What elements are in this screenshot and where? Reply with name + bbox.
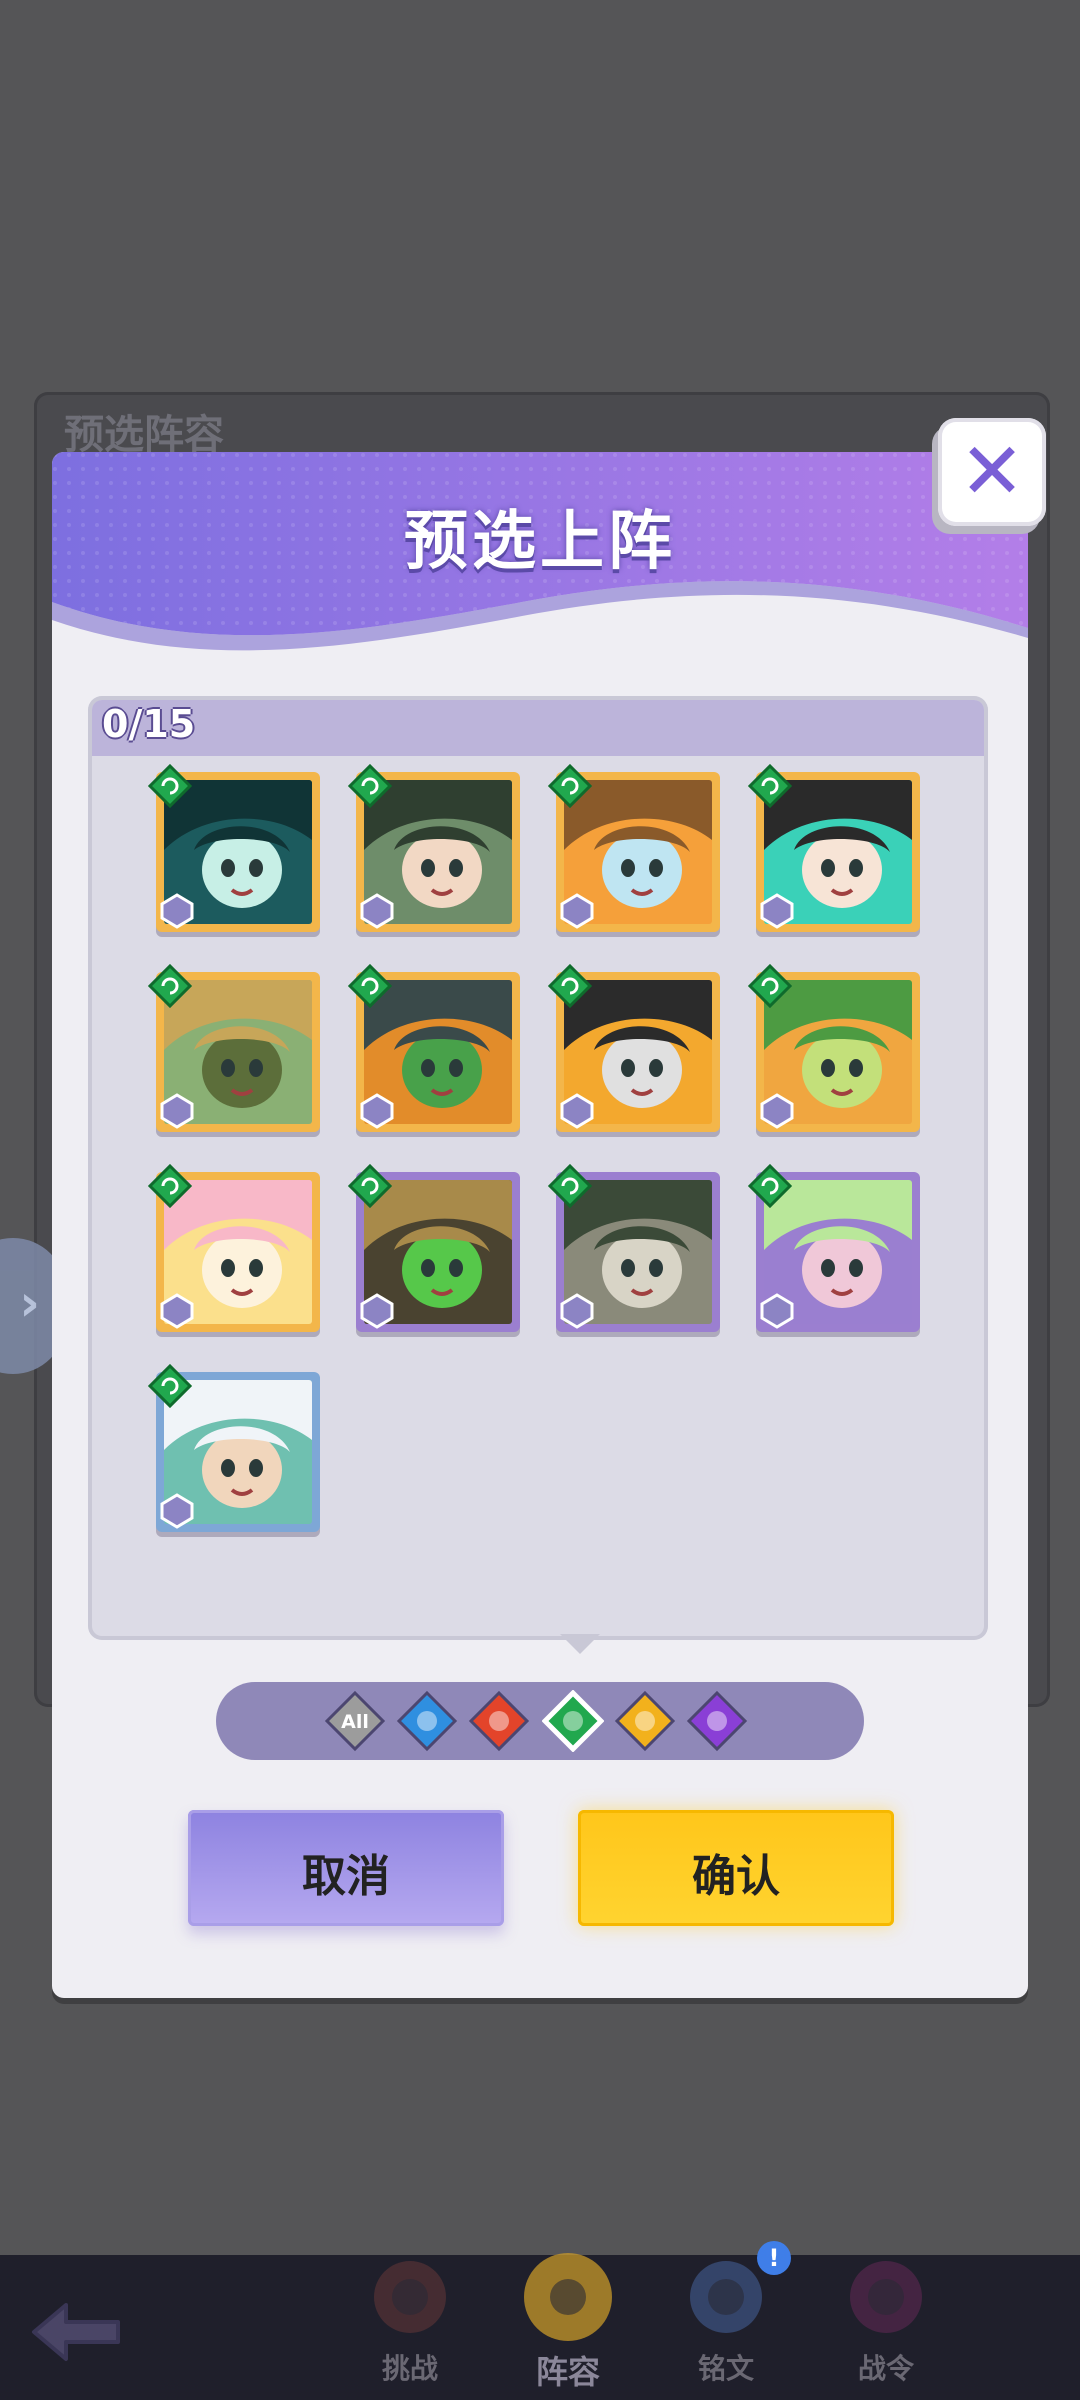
wind-element-icon	[547, 763, 593, 809]
nav-battle-pass[interactable]: 战令	[821, 2235, 951, 2395]
filter-dark-button[interactable]	[686, 1690, 748, 1752]
wind-element-icon	[147, 1363, 193, 1409]
chevron-right-icon: ›	[19, 1274, 40, 1332]
hero-card[interactable]	[547, 1163, 720, 1332]
cancel-button-label: 取消	[302, 1851, 390, 1902]
filter-light-button[interactable]	[614, 1690, 676, 1752]
tank-class-icon	[758, 1092, 796, 1130]
challenge-icon	[360, 2245, 460, 2345]
question-class-icon	[358, 1092, 396, 1130]
preselect-dialog: 预选上阵 0/15 All 取消 确认	[52, 452, 1028, 1998]
wind-element-icon	[347, 1163, 393, 1209]
wind-element-icon	[147, 763, 193, 809]
hero-card[interactable]	[347, 963, 520, 1132]
mage-class-icon	[558, 892, 596, 930]
nav-label: 阵容	[535, 2353, 600, 2391]
cancel-button[interactable]: 取消	[188, 1810, 504, 1926]
notification-badge: !	[757, 2241, 791, 2275]
dialog-title: 预选上阵	[404, 505, 676, 579]
hero-card[interactable]	[547, 763, 720, 932]
nav-inscription[interactable]: 铭文!	[661, 2235, 791, 2395]
wind-element-icon	[747, 1163, 793, 1209]
warrior-class-icon	[558, 1092, 596, 1130]
nav-label: 战令	[857, 2352, 914, 2385]
close-icon: ✕	[959, 427, 1025, 517]
wind-element-icon	[547, 1163, 593, 1209]
wind-element-icon	[347, 763, 393, 809]
bottom-nav-bar: 挑战 阵容 铭文! 战令	[0, 2241, 1080, 2400]
hero-card[interactable]	[147, 963, 320, 1132]
warrior-class-icon	[558, 1292, 596, 1330]
hero-grid-panel: 0/15	[88, 696, 988, 1640]
mage-class-icon	[758, 1292, 796, 1330]
filter-fire-button[interactable]	[468, 1690, 530, 1752]
hero-card[interactable]	[747, 763, 920, 932]
tank-class-icon	[358, 1292, 396, 1330]
tank-class-icon	[158, 1092, 196, 1130]
wind-element-icon	[747, 963, 793, 1009]
archer-class-icon	[358, 892, 396, 930]
hero-card[interactable]	[147, 763, 320, 932]
close-button[interactable]: ✕	[938, 418, 1046, 526]
grid-header: 0/15	[92, 700, 984, 756]
wind-element-icon	[347, 963, 393, 1009]
hero-card[interactable]	[747, 963, 920, 1132]
archer-class-icon	[158, 1492, 196, 1530]
hero-card[interactable]	[747, 1163, 920, 1332]
element-filter-bar: All	[216, 1682, 864, 1760]
selection-count: 0/15	[102, 702, 196, 746]
wind-element-icon	[147, 1163, 193, 1209]
hero-card[interactable]	[147, 1363, 320, 1532]
wind-element-icon	[547, 963, 593, 1009]
back-arrow-icon[interactable]	[26, 2297, 126, 2367]
mage-class-icon	[158, 1292, 196, 1330]
hero-card[interactable]	[347, 763, 520, 932]
lineup-icon	[518, 2245, 618, 2345]
filter-all-label: All	[341, 1711, 369, 1733]
filter-pointer-icon	[560, 1634, 600, 1654]
filter-water-button[interactable]	[396, 1690, 458, 1752]
wind-element-icon	[747, 763, 793, 809]
hero-card[interactable]	[347, 1163, 520, 1332]
hero-card[interactable]	[147, 1163, 320, 1332]
wind-element-icon	[147, 963, 193, 1009]
hero-card[interactable]	[547, 963, 720, 1132]
confirm-button[interactable]: 确认	[578, 1810, 894, 1926]
question-class-icon	[158, 892, 196, 930]
nav-label: 挑战	[381, 2352, 438, 2385]
confirm-button-label: 确认	[692, 1851, 780, 1902]
battle-pass-icon	[836, 2245, 936, 2345]
dialog-header: 预选上阵	[52, 452, 1028, 692]
filter-wind-button[interactable]	[542, 1690, 604, 1752]
nav-challenge[interactable]: 挑战	[345, 2235, 475, 2395]
nav-label: 铭文	[697, 2352, 754, 2385]
nav-lineup[interactable]: 阵容	[503, 2235, 633, 2395]
mage-class-icon	[758, 892, 796, 930]
filter-all-button[interactable]: All	[324, 1690, 386, 1752]
